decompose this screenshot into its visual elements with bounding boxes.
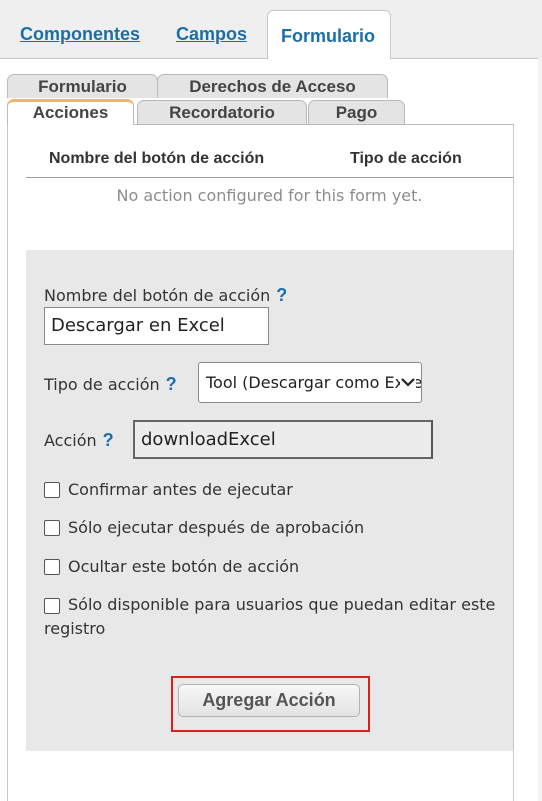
button-name-input[interactable]: Descargar en Excel <box>44 307 269 345</box>
action-type-label-text: Tipo de acción <box>44 375 160 394</box>
button-name-label-text: Nombre del botón de acción <box>44 286 271 305</box>
action-input[interactable]: downloadExcel <box>133 420 433 459</box>
confirm-before-execute-label: Confirmar antes de ejecutar <box>68 480 293 499</box>
action-label: Acción? <box>44 430 114 451</box>
scrollbar-track <box>538 58 542 801</box>
editors-only-label: Sólo disponible para usuarios que puedan… <box>44 595 496 638</box>
empty-table-message: No action configured for this form yet. <box>116 186 423 205</box>
subtab-acciones[interactable]: Acciones <box>7 99 134 125</box>
chevron-down-icon <box>400 363 416 402</box>
tab-componentes[interactable]: Componentes <box>20 24 140 45</box>
column-header-button-name: Nombre del botón de acción <box>49 150 265 167</box>
action-type-selected-value: Tool (Descargar como Excel) <box>206 373 422 392</box>
hide-action-button-label: Ocultar este botón de acción <box>68 557 300 576</box>
add-action-button[interactable]: Agregar Acción <box>178 684 360 717</box>
subtab-baseline <box>134 124 514 125</box>
subtab-derechos-de-acceso[interactable]: Derechos de Acceso <box>157 74 388 98</box>
action-help-icon[interactable]: ? <box>103 430 114 450</box>
action-type-select[interactable]: Tool (Descargar como Excel) <box>198 362 422 403</box>
subtab-recordatorio[interactable]: Recordatorio <box>137 100 307 124</box>
tab-campos[interactable]: Campos <box>176 24 247 45</box>
action-type-label: Tipo de acción? <box>44 374 177 395</box>
column-header-action-type: Tipo de acción <box>350 150 462 167</box>
tab-formulario[interactable]: Formulario <box>267 10 391 59</box>
table-header-divider <box>26 177 513 178</box>
execute-after-approval-checkbox[interactable] <box>44 520 60 536</box>
action-label-text: Acción <box>44 431 97 450</box>
hide-action-button-checkbox[interactable] <box>44 559 60 575</box>
button-name-label: Nombre del botón de acción? <box>44 285 287 306</box>
execute-after-approval-label: Sólo ejecutar después de aprobación <box>68 518 365 537</box>
action-type-help-icon[interactable]: ? <box>166 374 177 394</box>
subtab-formulario[interactable]: Formulario <box>7 74 158 98</box>
subtab-pago[interactable]: Pago <box>308 100 405 124</box>
top-tab-bar: Componentes Campos Formulario <box>0 0 542 59</box>
button-name-help-icon[interactable]: ? <box>276 285 287 305</box>
confirm-before-execute-checkbox[interactable] <box>44 482 60 498</box>
tab-formulario-label: Formulario <box>281 26 376 46</box>
